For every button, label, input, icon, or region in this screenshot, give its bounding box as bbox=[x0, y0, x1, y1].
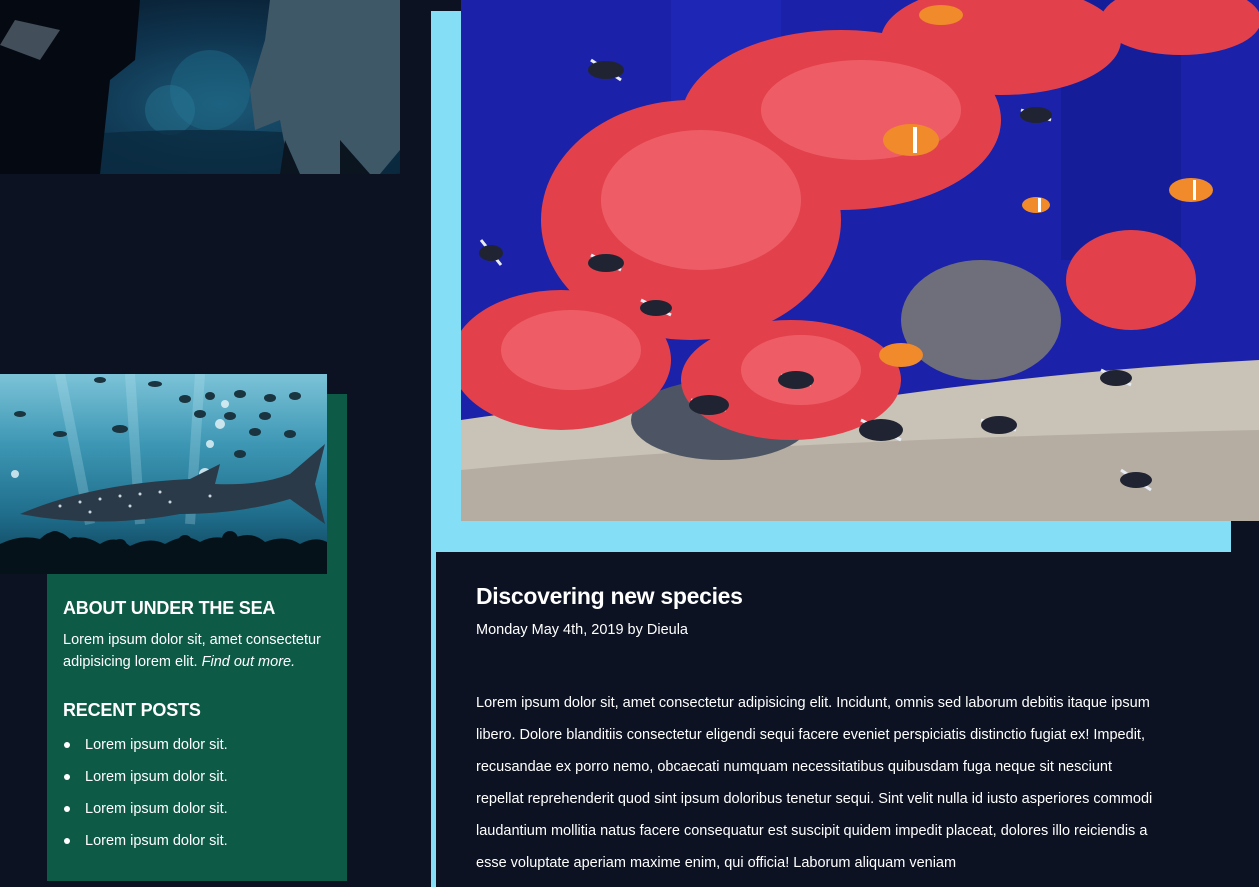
bullet-icon bbox=[64, 774, 70, 780]
recent-post-link[interactable]: Lorem ipsum dolor sit. bbox=[85, 737, 228, 753]
sidebar-content: ABOUT UNDER THE SEA Lorem ipsum dolor si… bbox=[63, 598, 338, 863]
article-body: Lorem ipsum dolor sit, amet consectetur … bbox=[476, 695, 1153, 871]
recent-post-item: Lorem ipsum dolor sit. bbox=[63, 831, 338, 863]
recent-posts-list: Lorem ipsum dolor sit. Lorem ipsum dolor… bbox=[63, 735, 338, 863]
article-title[interactable]: Discovering new species bbox=[476, 583, 743, 610]
bullet-icon bbox=[64, 742, 70, 748]
page: ABOUT UNDER THE SEA Lorem ipsum dolor si… bbox=[0, 0, 1259, 887]
coral-reef-photo bbox=[461, 0, 1259, 521]
whale-shark-photo bbox=[0, 374, 327, 574]
about-heading: ABOUT UNDER THE SEA bbox=[63, 598, 276, 618]
bullet-icon bbox=[64, 838, 70, 844]
about-text: Lorem ipsum dolor sit, amet consectetur … bbox=[63, 629, 338, 673]
bullet-icon bbox=[64, 806, 70, 812]
hero-aquarium-photo bbox=[0, 0, 400, 174]
recent-posts-heading: RECENT POSTS bbox=[63, 700, 201, 720]
recent-post-item: Lorem ipsum dolor sit. bbox=[63, 735, 338, 767]
recent-post-item: Lorem ipsum dolor sit. bbox=[63, 767, 338, 799]
article-meta: Monday May 4th, 2019 by Dieula bbox=[476, 622, 688, 638]
recent-post-link[interactable]: Lorem ipsum dolor sit. bbox=[85, 833, 228, 849]
find-out-more-link[interactable]: Find out more. bbox=[202, 654, 296, 670]
recent-post-link[interactable]: Lorem ipsum dolor sit. bbox=[85, 801, 228, 817]
recent-post-item: Lorem ipsum dolor sit. bbox=[63, 799, 338, 831]
recent-post-link[interactable]: Lorem ipsum dolor sit. bbox=[85, 769, 228, 785]
article: Discovering new species Monday May 4th, … bbox=[436, 552, 1259, 887]
